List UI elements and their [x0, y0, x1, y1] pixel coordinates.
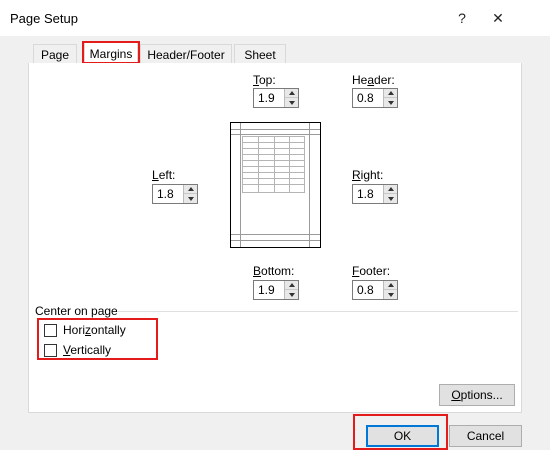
left-label: Left: — [152, 168, 176, 182]
footer-label: Footer: — [352, 264, 391, 278]
up-arrow-icon — [387, 187, 394, 191]
top-margin-value[interactable]: 1.9 — [258, 91, 275, 105]
top-margin-spinner[interactable]: 1.9 — [253, 88, 299, 108]
header-margin-spinner[interactable]: 0.8 — [352, 88, 398, 108]
up-arrow-icon — [387, 283, 394, 287]
right-margin-value[interactable]: 1.8 — [357, 187, 374, 201]
tab-sheet-label: Sheet — [244, 47, 276, 62]
down-arrow-icon — [387, 100, 394, 105]
up-arrow-icon — [288, 91, 295, 95]
right-label: Right: — [352, 168, 384, 182]
tab-page[interactable]: Page — [33, 44, 77, 64]
center-on-page-title: Center on page — [35, 304, 118, 318]
left-margin-line — [240, 123, 241, 247]
center-options-highlight — [37, 318, 158, 360]
footer-margin-spinner[interactable]: 0.8 — [352, 280, 398, 300]
close-button[interactable]: ✕ — [484, 6, 512, 30]
up-arrow-icon — [187, 187, 194, 191]
bottom-margin-line — [231, 234, 320, 235]
down-arrow-icon — [387, 196, 394, 201]
tab-page-label: Page — [40, 47, 70, 62]
down-arrow-icon — [288, 292, 295, 297]
help-icon: ? — [458, 10, 466, 26]
header-decrease-button[interactable] — [384, 98, 397, 107]
footer-margin-line — [231, 240, 320, 241]
down-arrow-icon — [187, 196, 194, 201]
right-margin-line — [309, 123, 310, 247]
top-decrease-button[interactable] — [285, 98, 298, 107]
up-arrow-icon — [288, 283, 295, 287]
page-preview — [230, 122, 321, 248]
bottom-label: Bottom: — [253, 264, 295, 278]
help-button[interactable]: ? — [448, 6, 476, 30]
right-increase-button[interactable] — [384, 185, 397, 194]
bottom-margin-spinner[interactable]: 1.9 — [253, 280, 299, 300]
preview-cell-grid — [242, 136, 305, 193]
dialog-title: Page Setup — [10, 11, 78, 26]
section-divider — [118, 311, 518, 312]
bottom-decrease-button[interactable] — [285, 290, 298, 299]
left-increase-button[interactable] — [184, 185, 197, 194]
bottom-margin-value[interactable]: 1.9 — [258, 283, 275, 297]
options-button[interactable]: Options... — [439, 384, 515, 406]
close-icon: ✕ — [492, 9, 504, 26]
down-arrow-icon — [288, 100, 295, 105]
header-margin-value[interactable]: 0.8 — [357, 91, 374, 105]
cancel-button[interactable]: Cancel — [449, 425, 522, 447]
top-increase-button[interactable] — [285, 89, 298, 98]
up-arrow-icon — [387, 91, 394, 95]
tab-sheet[interactable]: Sheet — [234, 44, 286, 64]
margins-tab-highlight — [82, 41, 140, 64]
header-margin-line — [231, 129, 320, 130]
top-label: Top: — [253, 73, 276, 87]
right-margin-spinner[interactable]: 1.8 — [352, 184, 398, 204]
footer-margin-value[interactable]: 0.8 — [357, 283, 374, 297]
top-margin-line — [231, 134, 320, 135]
footer-decrease-button[interactable] — [384, 290, 397, 299]
header-label: Header: — [352, 73, 395, 87]
header-increase-button[interactable] — [384, 89, 397, 98]
tab-header-footer[interactable]: Header/Footer — [140, 44, 232, 64]
footer-increase-button[interactable] — [384, 281, 397, 290]
left-margin-spinner[interactable]: 1.8 — [152, 184, 198, 204]
ok-button-highlight — [353, 414, 448, 450]
right-decrease-button[interactable] — [384, 194, 397, 203]
left-margin-value[interactable]: 1.8 — [157, 187, 174, 201]
bottom-increase-button[interactable] — [285, 281, 298, 290]
down-arrow-icon — [387, 292, 394, 297]
left-decrease-button[interactable] — [184, 194, 197, 203]
tab-header-footer-label: Header/Footer — [147, 47, 225, 62]
